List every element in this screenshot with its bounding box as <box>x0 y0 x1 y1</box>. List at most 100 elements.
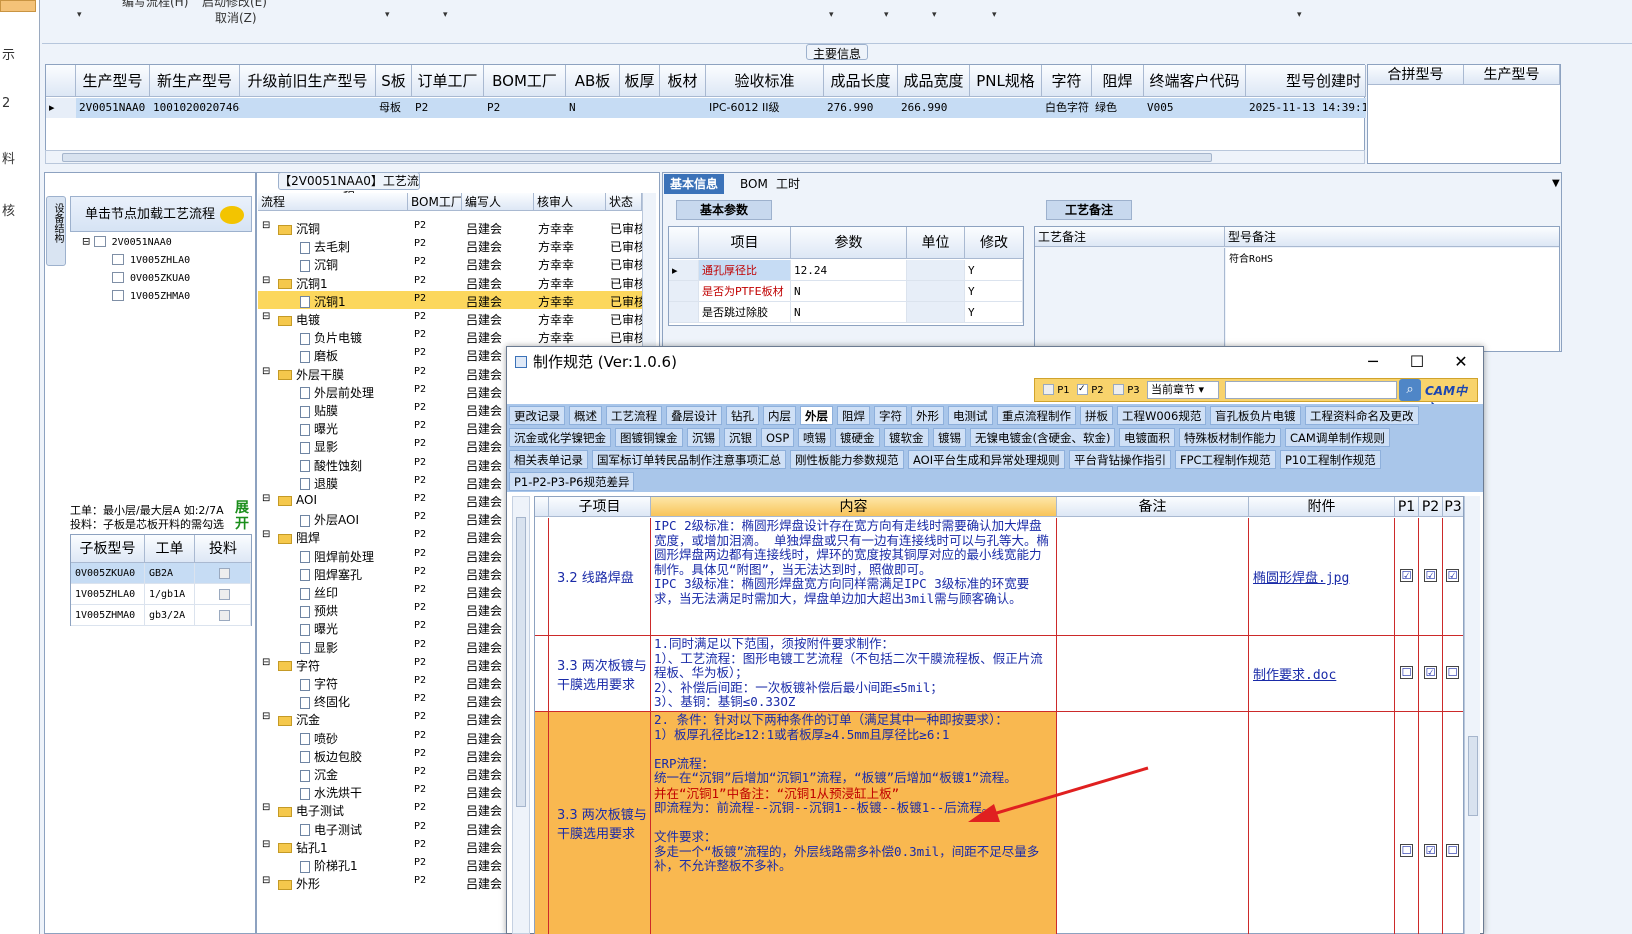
attachment-link[interactable]: 椭圆形焊盘.jpg <box>1249 518 1395 635</box>
col-header[interactable]: 新生产型号 <box>150 65 240 97</box>
expander-icon[interactable]: ⊟ <box>262 493 270 504</box>
spec-tab[interactable]: AOI平台生成和异常处理规则 <box>908 450 1065 469</box>
p1-checkbox[interactable]: ☐ <box>1400 666 1413 679</box>
cell[interactable]: 是否为PTFE板材 <box>699 281 791 302</box>
spec-tab[interactable]: 电镀面积 <box>1119 428 1175 447</box>
spec-tab[interactable]: 图镀铜镍金 <box>615 428 683 447</box>
tab-process-remarks[interactable]: 工艺备注 <box>1046 200 1132 220</box>
cell[interactable]: 276.990 <box>824 98 898 118</box>
spec-tab[interactable]: 外层 <box>800 406 833 425</box>
spec-row[interactable]: 3.3 两次板镀与干膜选用要求 1.同时满足以下范围，须按附件要求制作： 1）、… <box>535 636 1463 712</box>
expander-icon[interactable]: ⊟ <box>262 311 270 322</box>
col-header[interactable]: P1 <box>1395 497 1419 517</box>
col-header[interactable]: 终端客户代码 <box>1144 65 1246 97</box>
col-header[interactable]: 型号创建时 <box>1246 65 1366 97</box>
cell[interactable]: GB2A <box>145 563 195 584</box>
spec-tab[interactable]: FPC工程制作规范 <box>1175 450 1276 469</box>
spec-tab[interactable]: 国军标订单转民品制作注意事项汇总 <box>592 450 786 469</box>
cell[interactable]: 2V0051NAA0 <box>76 98 150 118</box>
cell[interactable]: P2 <box>484 98 566 118</box>
process-remark-text[interactable] <box>1035 248 1225 351</box>
chat-bubble-icon[interactable] <box>220 206 244 224</box>
tree-checkbox[interactable] <box>112 290 124 301</box>
cell[interactable]: 白色字符 <box>1042 98 1092 118</box>
strip-label-4[interactable]: 核 <box>2 200 15 219</box>
p3-checkbox[interactable]: ☐ <box>1446 666 1459 679</box>
row-indicator[interactable]: ▸ <box>669 260 699 281</box>
col-header[interactable]: 子板型号 <box>71 535 145 563</box>
process-row[interactable]: ⊟ 电镀 P2 吕建会 方幸幸 已审核 <box>258 309 642 327</box>
chevron-down-icon[interactable]: ▼ <box>1546 174 1566 194</box>
spec-tab[interactable]: 特殊板材制作能力 <box>1179 428 1281 447</box>
dropdown-arrow-icon[interactable]: ▾ <box>77 10 82 20</box>
spec-grid-vscrollbar[interactable] <box>1464 496 1480 934</box>
p2-checkbox[interactable]: ☑ <box>1424 844 1437 857</box>
cell[interactable] <box>620 98 660 118</box>
strip-label-1[interactable]: 示 <box>2 44 15 63</box>
row-indicator[interactable]: ▸ <box>46 98 76 118</box>
p1-checkbox[interactable]: ☐ <box>1400 844 1413 857</box>
spec-tab[interactable]: 重点流程制作 <box>997 406 1076 425</box>
note-cell[interactable] <box>1057 518 1249 635</box>
cell[interactable]: IPC-6012 II级 <box>706 98 824 118</box>
cell[interactable] <box>907 281 965 302</box>
expander-icon[interactable]: ⊟ <box>262 275 270 286</box>
maximize-icon[interactable]: ☐ <box>1395 347 1439 377</box>
cell[interactable]: 1V005ZHMA0 <box>71 605 145 626</box>
vertical-tab[interactable]: 设备结构 <box>46 196 66 266</box>
col-header[interactable]: BOM工厂 <box>484 65 566 97</box>
col-header[interactable]: 单位 <box>907 227 965 259</box>
expander-icon[interactable]: ⊟ <box>262 220 270 231</box>
p1-checkbox[interactable]: ☑ <box>1400 569 1413 582</box>
spec-tab[interactable]: 喷锡 <box>798 428 831 447</box>
p2-filter[interactable]: ✓ P2 <box>1077 384 1104 396</box>
dropdown-arrow-icon[interactable]: ▾ <box>932 10 937 20</box>
col-header[interactable]: 成品宽度 <box>898 65 970 97</box>
spec-tab[interactable]: CAM调单制作规则 <box>1285 428 1390 447</box>
spec-tab[interactable]: 更改记录 <box>509 406 565 425</box>
col-header[interactable]: 生产型号 <box>1464 65 1560 85</box>
process-row[interactable]: 负片电镀 P2 吕建会 方幸幸 已审核 <box>258 327 642 345</box>
search-icon[interactable]: ⌕ <box>1399 379 1421 401</box>
dropdown-arrow-icon[interactable]: ▾ <box>829 10 834 20</box>
tree-node[interactable]: 1V005ZHMA0 <box>112 290 190 302</box>
spec-tab[interactable]: 平台背钻操作指引 <box>1069 450 1171 469</box>
col-header[interactable]: 投料 <box>195 535 251 563</box>
tree-root[interactable]: ⊟ 2V0051NAA0 <box>82 236 172 248</box>
p3-filter[interactable]: P3 <box>1113 384 1140 396</box>
cell[interactable]: 1/gb1A <box>145 584 195 605</box>
dropdown-arrow-icon[interactable]: ▾ <box>884 10 889 20</box>
spec-tab[interactable]: 工程W006规范 <box>1117 406 1207 425</box>
tree-checkbox[interactable] <box>93 236 106 247</box>
note-cell[interactable] <box>1057 636 1249 711</box>
col-header[interactable]: 备注 <box>1057 497 1249 517</box>
p3-checkbox[interactable]: ☑ <box>1446 569 1459 582</box>
col-header[interactable]: 升级前旧生产型号 <box>240 65 376 97</box>
expander-icon[interactable]: ⊟ <box>262 839 270 850</box>
tab-basic-info[interactable]: 基本信息 <box>664 174 725 194</box>
p3-checkbox[interactable]: ☐ <box>1446 844 1459 857</box>
process-row[interactable]: ⊟ 沉铜1 P2 吕建会 方幸幸 已审核 <box>258 273 642 291</box>
feed-checkbox[interactable] <box>195 584 251 605</box>
col-header[interactable]: 验收标准 <box>706 65 824 97</box>
col-header[interactable]: 阻焊 <box>1092 65 1144 97</box>
scroll-thumb[interactable] <box>1468 736 1478 816</box>
spec-tab[interactable]: 钻孔 <box>726 406 759 425</box>
cell[interactable] <box>240 98 376 118</box>
cell[interactable]: 1V005ZHLA0 <box>71 584 145 605</box>
close-icon[interactable]: ✕ <box>1439 347 1483 377</box>
model-remark-text[interactable]: 符合RoHS <box>1226 248 1559 351</box>
spec-tab[interactable]: 叠层设计 <box>666 406 722 425</box>
chapter-select[interactable]: 当前章节 ▾ <box>1147 381 1219 399</box>
dropdown-arrow-icon[interactable]: ▾ <box>992 10 997 20</box>
cell[interactable]: 绿色 <box>1092 98 1144 118</box>
dropdown-arrow-icon[interactable]: ▾ <box>385 10 390 20</box>
cell[interactable]: N <box>791 281 907 302</box>
spec-tab[interactable]: 概述 <box>569 406 602 425</box>
cell[interactable] <box>907 302 965 323</box>
cell[interactable]: Y <box>965 281 1023 302</box>
expander-icon[interactable]: ⊟ <box>262 529 270 540</box>
orange-tab[interactable] <box>0 0 36 12</box>
dropdown-arrow-icon[interactable]: ▾ <box>1297 10 1302 20</box>
main-grid-hscrollbar[interactable] <box>45 150 1365 164</box>
